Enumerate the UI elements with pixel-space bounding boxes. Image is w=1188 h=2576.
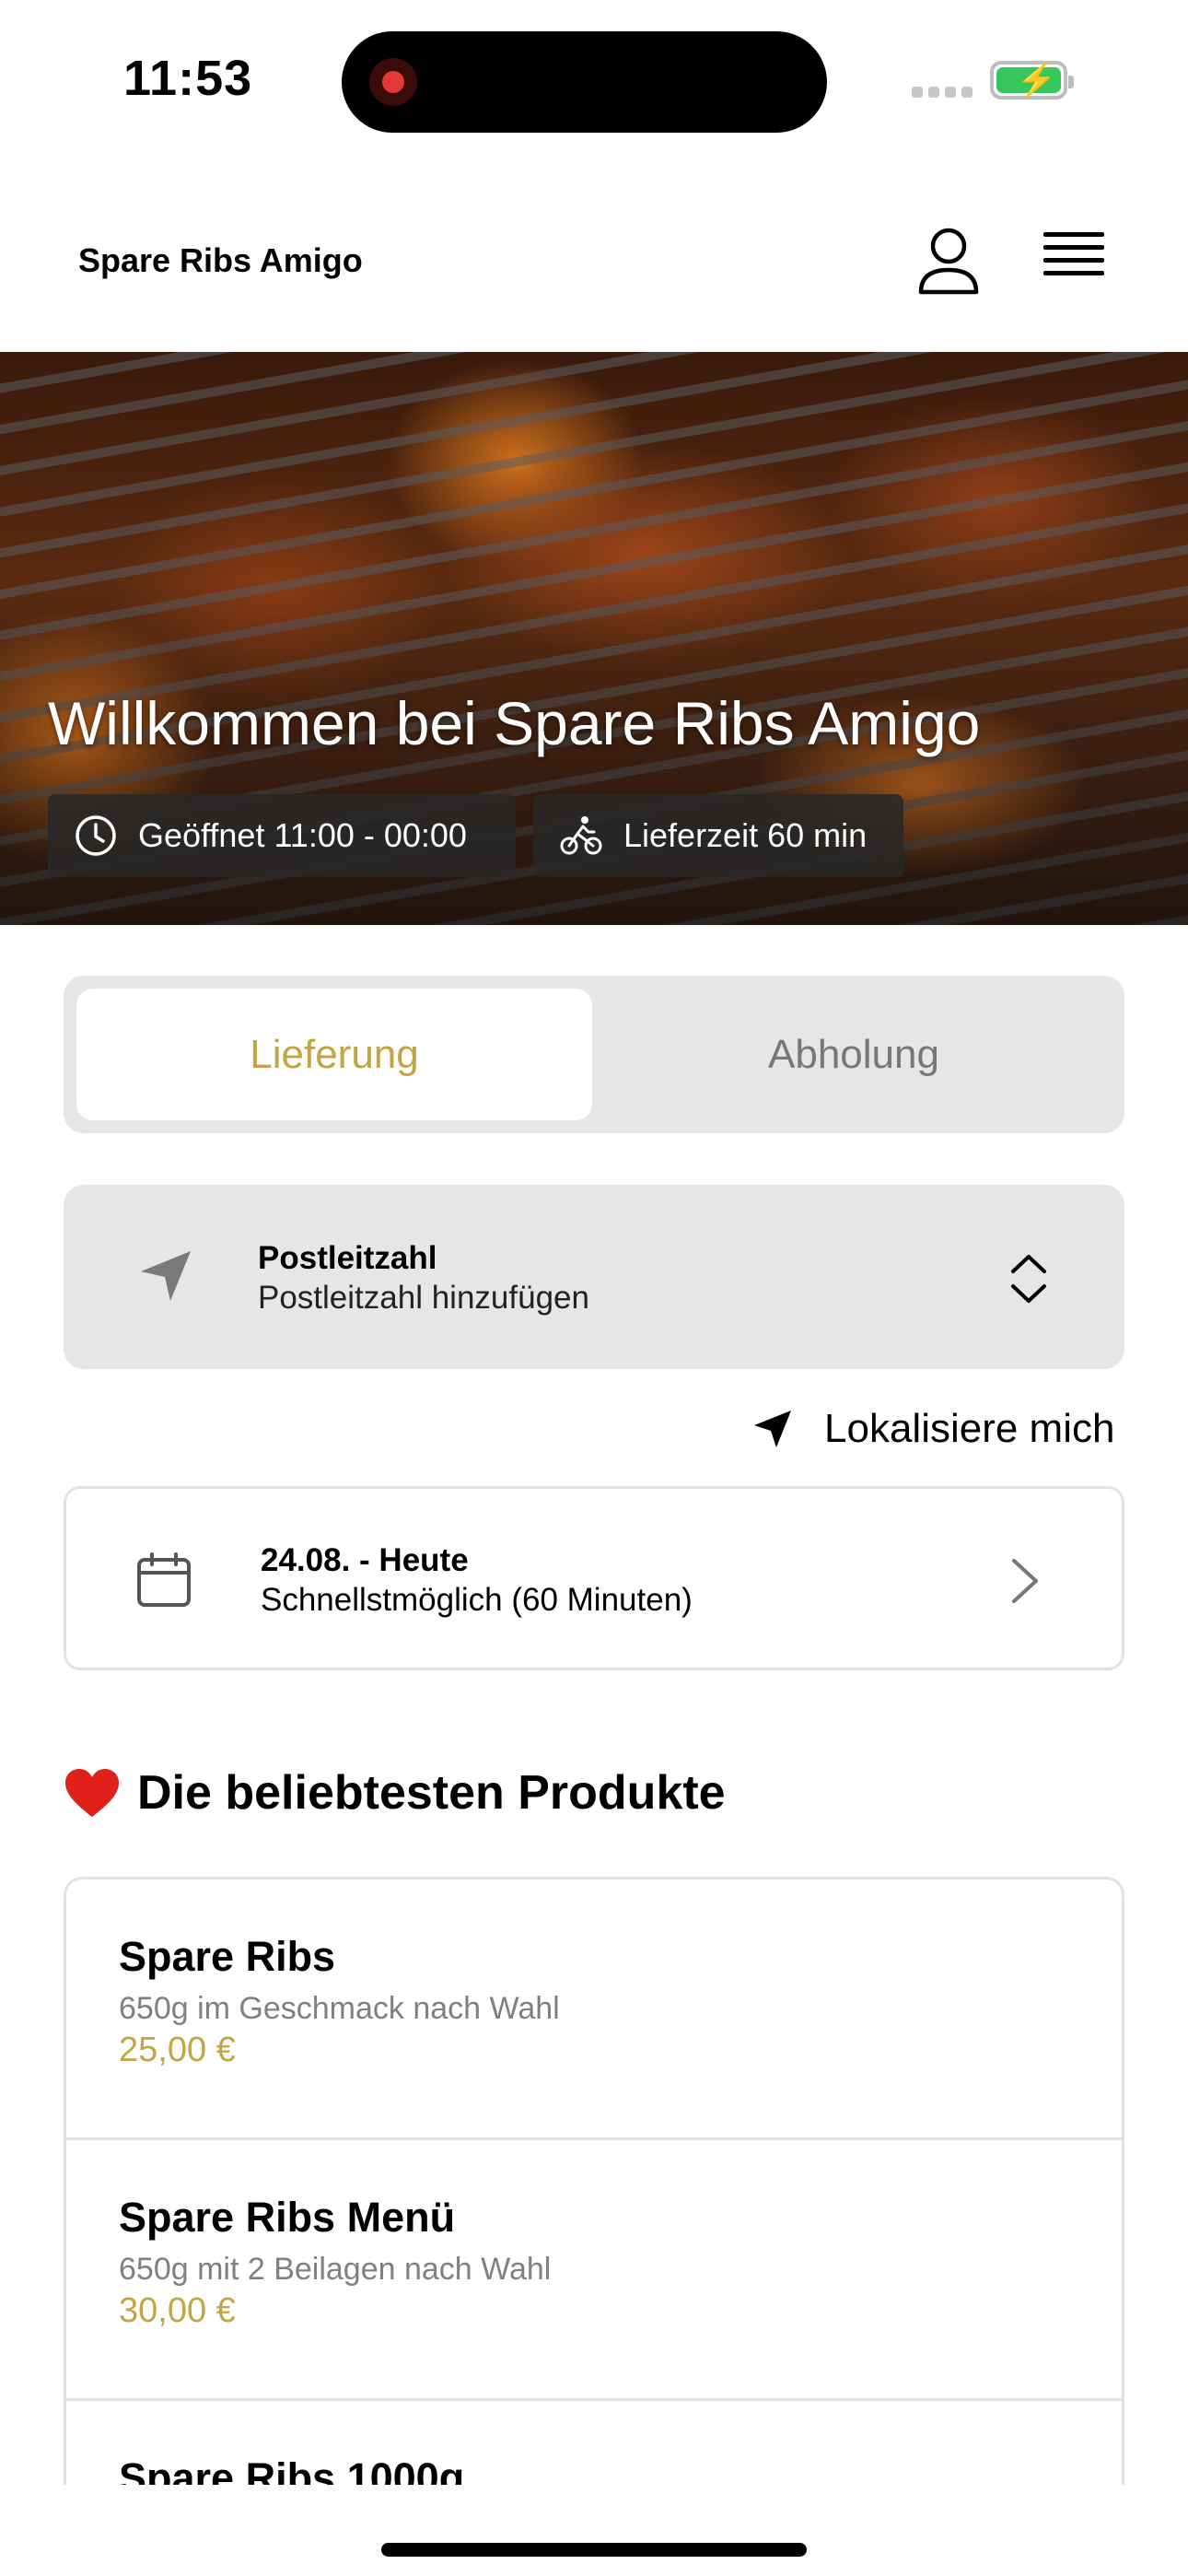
battery-icon: ⚡	[990, 61, 1074, 100]
delivery-time-text: Lieferzeit 60 min	[623, 816, 868, 854]
opening-hours-text: Geöffnet 11:00 - 00:00	[138, 816, 467, 854]
chevron-right-icon	[1012, 1559, 1038, 1603]
product-item[interactable]: Spare Ribs 1000g	[66, 2401, 1122, 2485]
delivery-time-selector[interactable]: 24.08. - Heute Schnellstmöglich (60 Minu…	[64, 1486, 1124, 1670]
delivery-date: 24.08. - Heute	[261, 1542, 469, 1578]
home-indicator[interactable]	[381, 2543, 807, 2557]
delivery-time-option: Schnellstmöglich (60 Minuten)	[261, 1582, 693, 1618]
app-header: Spare Ribs Amigo	[0, 157, 1188, 352]
popular-products-title: Die beliebtesten Produkte	[137, 1766, 726, 1820]
opening-hours-badge: Geöffnet 11:00 - 00:00	[48, 794, 516, 877]
navigation-arrow-icon	[141, 1251, 191, 1301]
brand-title[interactable]: Spare Ribs Amigo	[78, 241, 363, 280]
clock-icon	[76, 815, 116, 856]
locate-me-label: Lokalisiere mich	[824, 1406, 1115, 1451]
zip-code-placeholder: Postleitzahl hinzufügen	[258, 1280, 589, 1316]
product-price: 25,00 €	[119, 2031, 236, 2069]
hero-title: Willkommen bei Spare Ribs Amigo	[48, 689, 981, 757]
locate-me-button[interactable]: Lokalisiere mich	[751, 1397, 1114, 1461]
zip-code-selector[interactable]: Postleitzahl Postleitzahl hinzufügen	[64, 1185, 1124, 1369]
product-description: 650g im Geschmack nach Wahl	[119, 1991, 560, 2026]
dynamic-island	[342, 31, 827, 133]
product-list: Spare Ribs 650g im Geschmack nach Wahl 2…	[64, 1877, 1124, 2485]
chevron-updown-icon	[1011, 1255, 1046, 1303]
order-mode-toggle: Lieferung Abholung	[64, 976, 1124, 1133]
product-item[interactable]: Spare Ribs Menü 650g mit 2 Beilagen nach…	[66, 2140, 1122, 2401]
product-item[interactable]: Spare Ribs 650g im Geschmack nach Wahl 2…	[66, 1879, 1122, 2140]
delivery-time-badge: Lieferzeit 60 min	[533, 794, 903, 877]
product-name: Spare Ribs	[119, 1933, 336, 1980]
product-name: Spare Ribs 1000g	[119, 2454, 465, 2485]
bike-icon	[560, 816, 602, 855]
zip-code-label: Postleitzahl	[258, 1240, 437, 1276]
tab-delivery[interactable]: Lieferung	[76, 989, 592, 1120]
popular-products-heading: Die beliebtesten Produkte	[64, 1765, 726, 1821]
status-bar: 11:53 ⚡	[0, 0, 1188, 157]
heart-icon	[65, 1769, 119, 1817]
location-arrow-icon	[754, 1411, 791, 1447]
recording-indicator-icon	[369, 58, 417, 106]
user-icon[interactable]	[916, 226, 981, 296]
status-time: 11:53	[123, 51, 253, 106]
product-price: 30,00 €	[119, 2291, 236, 2330]
calendar-icon	[137, 1552, 191, 1607]
product-name: Spare Ribs Menü	[119, 2194, 456, 2241]
tab-pickup[interactable]: Abholung	[596, 989, 1112, 1120]
menu-icon[interactable]	[1043, 232, 1104, 284]
hero-banner: Willkommen bei Spare Ribs Amigo Geöffnet…	[0, 352, 1188, 925]
product-description: 650g mit 2 Beilagen nach Wahl	[119, 2252, 552, 2287]
signal-icon	[912, 86, 978, 102]
